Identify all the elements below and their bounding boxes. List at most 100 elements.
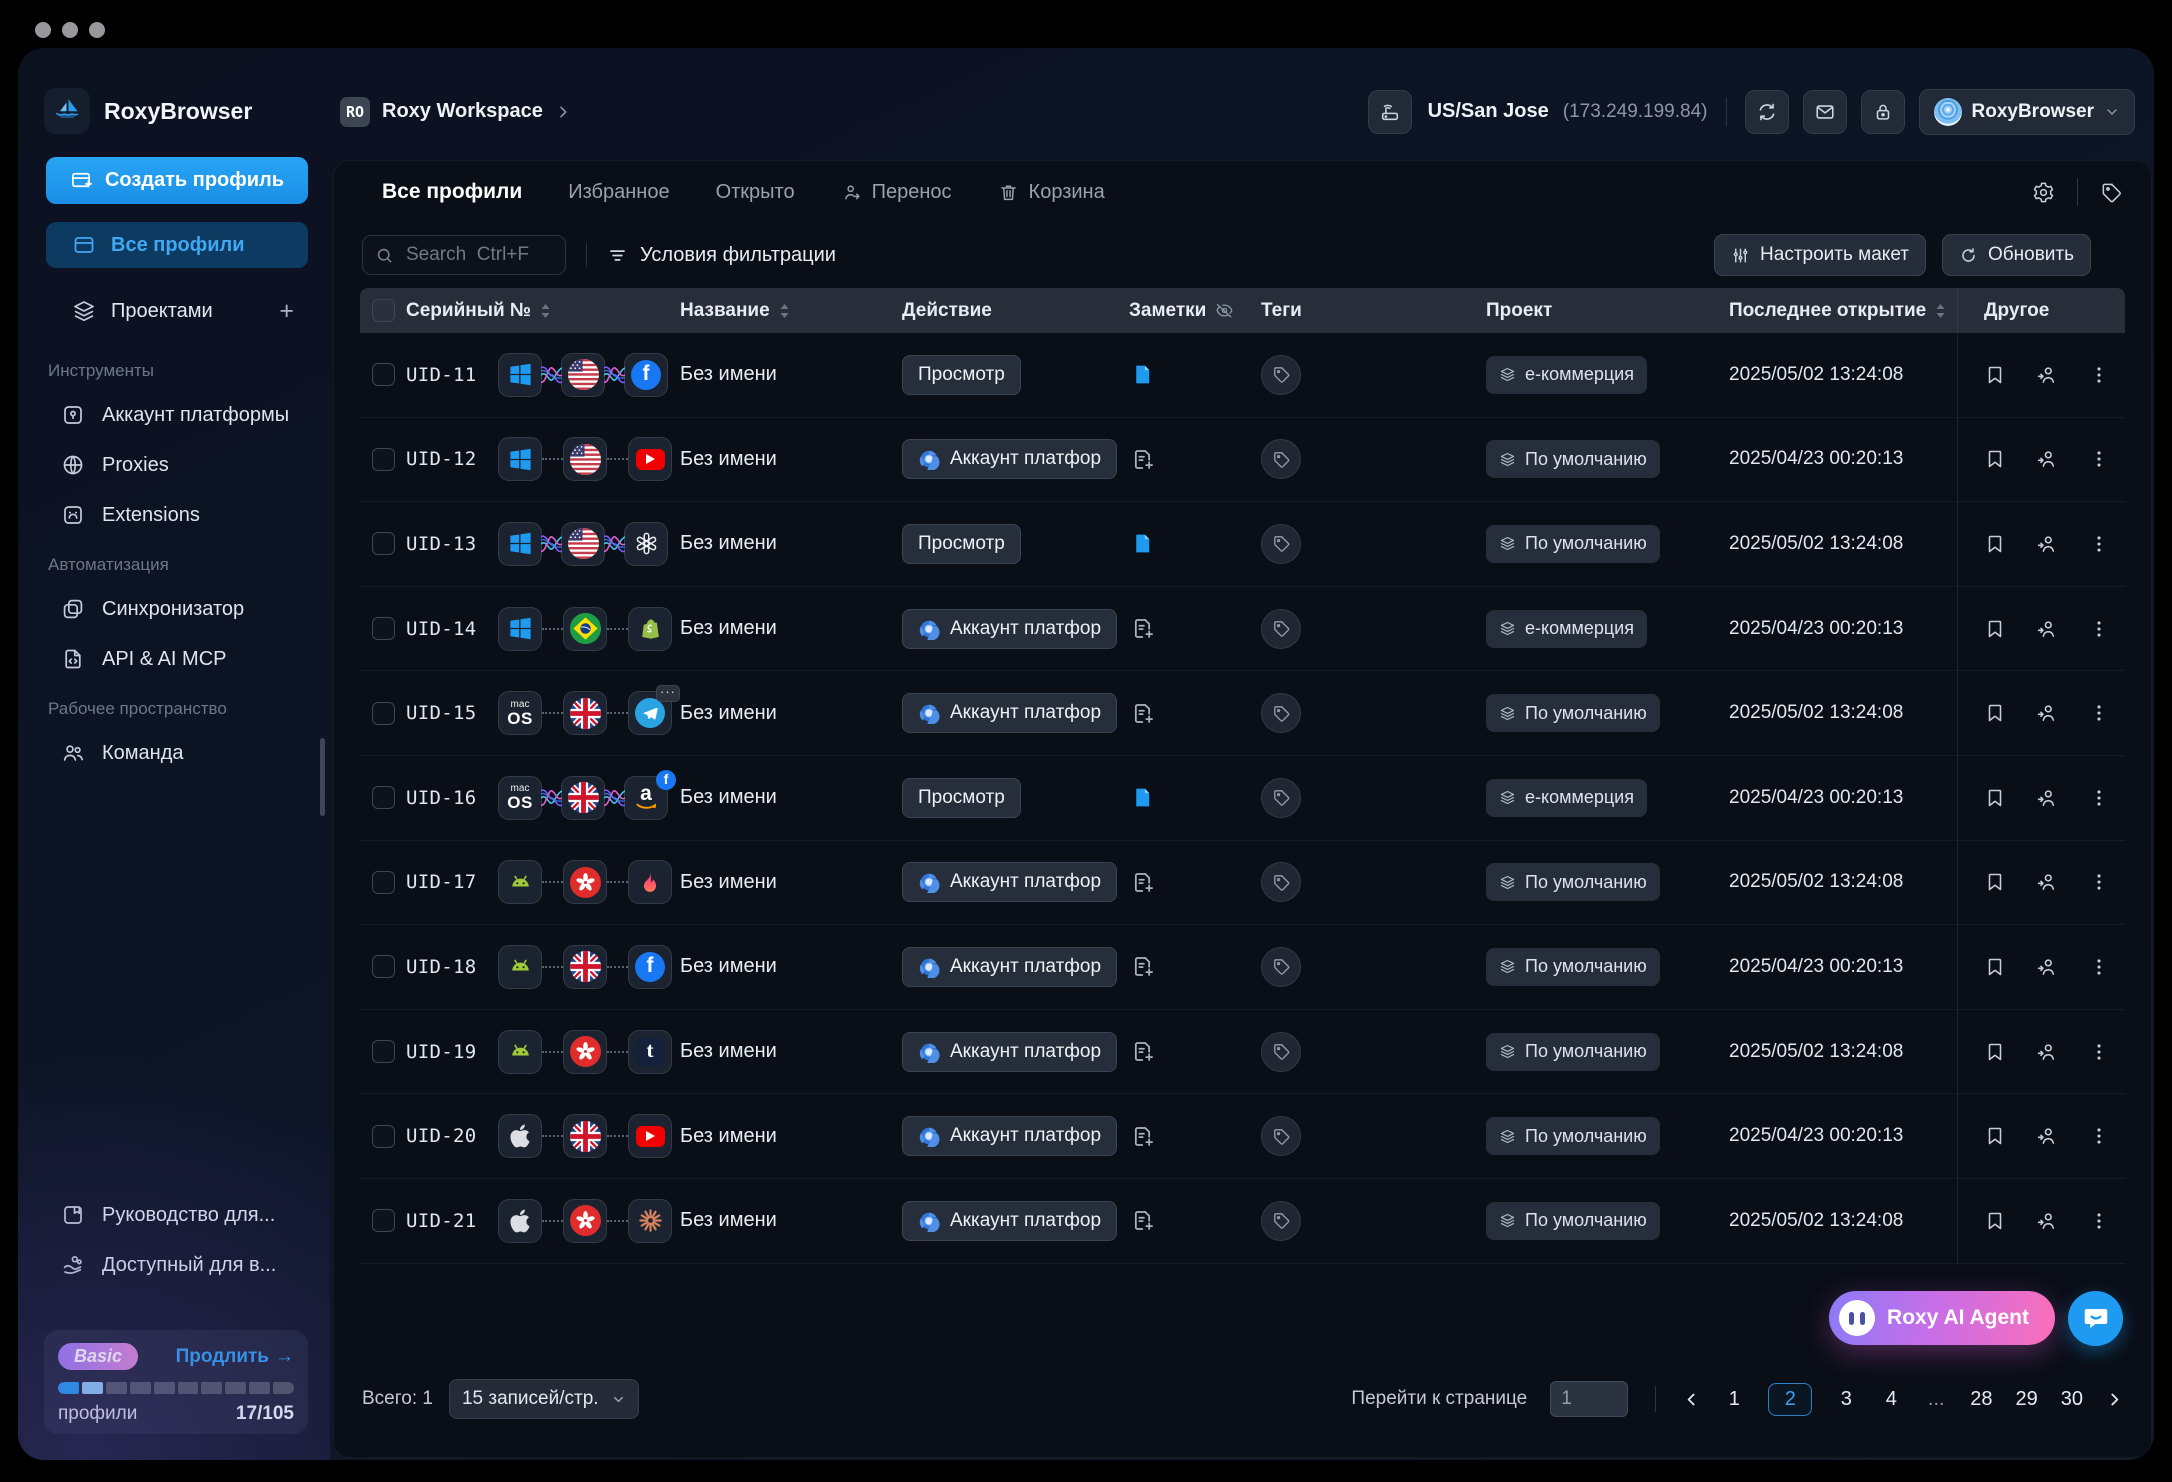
page-button-3[interactable]: 3	[1835, 1388, 1857, 1411]
project-chip[interactable]: По умолчанию	[1486, 1033, 1660, 1071]
add-project-button[interactable]: +	[279, 297, 294, 326]
traffic-light-zoom[interactable]	[89, 22, 105, 38]
account-platform-button[interactable]: Аккаунт платфор	[902, 1116, 1117, 1156]
bookmark-icon[interactable]	[1984, 448, 2006, 470]
row-checkbox[interactable]	[372, 955, 395, 978]
add-tag-button[interactable]	[1261, 862, 1301, 902]
sidebar-item-0-2[interactable]: Extensions	[46, 490, 308, 540]
view-button[interactable]: Просмотр	[902, 524, 1021, 564]
tab-0[interactable]: Все профили	[382, 180, 522, 204]
note-add-icon[interactable]	[1129, 701, 1155, 726]
bookmark-icon[interactable]	[1984, 364, 2006, 386]
add-tag-button[interactable]	[1261, 693, 1301, 733]
tab-2[interactable]: Открыто	[716, 181, 795, 204]
panel-settings-gear-icon[interactable]	[2032, 181, 2055, 204]
view-button[interactable]: Просмотр	[902, 778, 1021, 818]
account-platform-button[interactable]: Аккаунт платфор	[902, 947, 1117, 987]
page-button-28[interactable]: 28	[1970, 1388, 1992, 1411]
add-tag-button[interactable]	[1261, 1201, 1301, 1241]
page-button-29[interactable]: 29	[2016, 1388, 2038, 1411]
share-profile-icon[interactable]	[2036, 364, 2058, 386]
project-chip[interactable]: По умолчанию	[1486, 694, 1660, 732]
account-menu[interactable]: RoxyBrowser	[1919, 89, 2136, 135]
sidebar-footer-link-0[interactable]: Руководство для...	[46, 1190, 308, 1240]
sort-icon[interactable]	[779, 303, 790, 319]
add-tag-button[interactable]	[1261, 355, 1301, 395]
search-input[interactable]	[404, 243, 548, 267]
account-platform-button[interactable]: Аккаунт платфор	[902, 609, 1117, 649]
support-chat-button[interactable]	[2068, 1291, 2123, 1346]
goto-page-input[interactable]	[1550, 1381, 1628, 1417]
refresh-button[interactable]: Обновить	[1942, 234, 2091, 276]
share-profile-icon[interactable]	[2036, 448, 2058, 470]
kebab-menu-icon[interactable]	[2088, 702, 2110, 724]
sidebar-item-1-1[interactable]: API & AI MCP	[46, 634, 308, 684]
bookmark-icon[interactable]	[1984, 1210, 2006, 1232]
add-tag-button[interactable]	[1261, 439, 1301, 479]
share-profile-icon[interactable]	[2036, 787, 2058, 809]
sort-icon[interactable]	[1935, 303, 1946, 319]
kebab-menu-icon[interactable]	[2088, 533, 2110, 555]
traffic-light-minimize[interactable]	[62, 22, 78, 38]
workspace-switcher[interactable]: RO Roxy Workspace	[340, 97, 571, 127]
bookmark-icon[interactable]	[1984, 871, 2006, 893]
bookmark-icon[interactable]	[1984, 1125, 2006, 1147]
select-all-checkbox[interactable]	[372, 299, 395, 322]
share-profile-icon[interactable]	[2036, 1210, 2058, 1232]
row-checkbox[interactable]	[372, 448, 395, 471]
note-add-icon[interactable]	[1129, 447, 1155, 472]
layout-settings-button[interactable]: Настроить макет	[1714, 234, 1926, 276]
kebab-menu-icon[interactable]	[2088, 364, 2110, 386]
share-profile-icon[interactable]	[2036, 702, 2058, 724]
filter-conditions-button[interactable]: Условия фильтрации	[607, 244, 836, 267]
create-profile-button[interactable]: Создать профиль	[46, 157, 308, 204]
row-checkbox[interactable]	[372, 363, 395, 386]
share-profile-icon[interactable]	[2036, 618, 2058, 640]
lock-button[interactable]	[1861, 90, 1905, 134]
add-tag-button[interactable]	[1261, 1116, 1301, 1156]
mail-button[interactable]	[1803, 90, 1847, 134]
project-chip[interactable]: По умолчанию	[1486, 440, 1660, 478]
row-checkbox[interactable]	[372, 617, 395, 640]
bookmark-icon[interactable]	[1984, 1041, 2006, 1063]
share-profile-icon[interactable]	[2036, 1125, 2058, 1147]
tags-manage-icon[interactable]	[2100, 181, 2123, 204]
note-filled-icon[interactable]	[1129, 784, 1155, 811]
project-chip[interactable]: По умолчанию	[1486, 948, 1660, 986]
traffic-light-close[interactable]	[35, 22, 51, 38]
sync-button[interactable]	[1745, 90, 1789, 134]
renew-link[interactable]: Продлить→	[176, 1346, 294, 1368]
row-checkbox[interactable]	[372, 1125, 395, 1148]
row-checkbox[interactable]	[372, 786, 395, 809]
roxy-ai-agent-button[interactable]: Roxy AI Agent	[1829, 1291, 2055, 1345]
share-profile-icon[interactable]	[2036, 871, 2058, 893]
add-tag-button[interactable]	[1261, 947, 1301, 987]
note-add-icon[interactable]	[1129, 954, 1155, 979]
kebab-menu-icon[interactable]	[2088, 787, 2110, 809]
add-tag-button[interactable]	[1261, 778, 1301, 818]
project-chip[interactable]: По умолчанию	[1486, 525, 1660, 563]
project-chip[interactable]: е-коммерция	[1486, 779, 1647, 817]
page-button-30[interactable]: 30	[2061, 1388, 2083, 1411]
tab-4[interactable]: Корзина	[998, 181, 1105, 204]
note-add-icon[interactable]	[1129, 1039, 1155, 1064]
search-box[interactable]	[362, 235, 566, 275]
sidebar-item-all-profiles[interactable]: Все профили	[46, 222, 308, 268]
page-button-4[interactable]: 4	[1880, 1388, 1902, 1411]
add-tag-button[interactable]	[1261, 524, 1301, 564]
sidebar-footer-link-1[interactable]: Доступный для в...	[46, 1240, 308, 1290]
bookmark-icon[interactable]	[1984, 787, 2006, 809]
page-button-2[interactable]: 2	[1768, 1383, 1812, 1416]
note-add-icon[interactable]	[1129, 1208, 1155, 1233]
project-chip[interactable]: По умолчанию	[1486, 863, 1660, 901]
sidebar-scrollbar[interactable]	[320, 738, 325, 816]
sidebar-item-0-0[interactable]: Аккаунт платформы	[46, 390, 308, 440]
view-button[interactable]: Просмотр	[902, 355, 1021, 395]
tab-1[interactable]: Избранное	[568, 181, 669, 204]
note-filled-icon[interactable]	[1129, 361, 1155, 388]
row-checkbox[interactable]	[372, 702, 395, 725]
account-platform-button[interactable]: Аккаунт платфор	[902, 693, 1117, 733]
row-checkbox[interactable]	[372, 871, 395, 894]
tab-3[interactable]: Перенос	[841, 181, 952, 204]
project-chip[interactable]: е-коммерция	[1486, 356, 1647, 394]
